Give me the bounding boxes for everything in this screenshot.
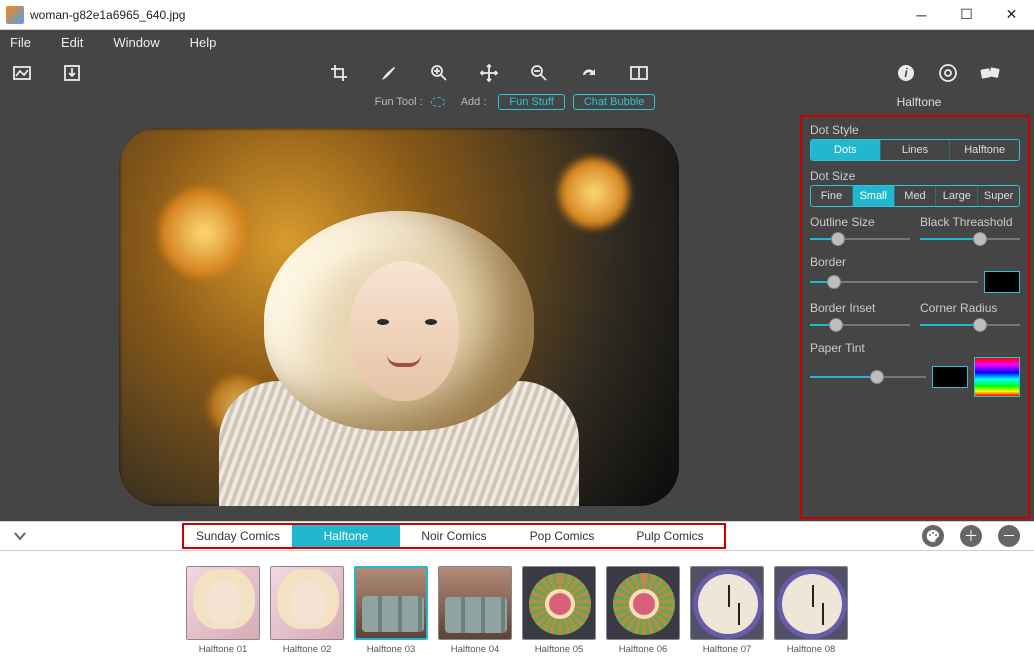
funtool-label: Fun Tool : xyxy=(375,96,423,108)
minimize-button[interactable]: ─ xyxy=(899,0,944,30)
zoom-out-icon[interactable] xyxy=(529,63,549,83)
dotstyle-segmented: Dots Lines Halftone xyxy=(810,139,1020,161)
compare-icon[interactable] xyxy=(629,63,649,83)
dotstyle-label: Dot Style xyxy=(810,123,1020,137)
preset-thumbnail[interactable] xyxy=(354,566,428,640)
image-preview xyxy=(119,128,679,506)
preset-thumbnail[interactable] xyxy=(690,566,764,640)
settings-icon[interactable] xyxy=(938,63,958,83)
border-inset-label: Border Inset xyxy=(810,301,910,315)
outline-label: Outline Size xyxy=(810,215,910,229)
black-threshold-slider[interactable] xyxy=(920,231,1020,247)
dotsize-super[interactable]: Super xyxy=(978,186,1019,206)
canvas-area[interactable] xyxy=(0,113,798,521)
dotsize-fine[interactable]: Fine xyxy=(811,186,853,206)
tab-sunday-comics[interactable]: Sunday Comics xyxy=(184,525,292,547)
maximize-button[interactable]: ☐ xyxy=(944,0,989,30)
dice-icon[interactable] xyxy=(980,63,1000,83)
preset-label: Halftone 05 xyxy=(535,644,584,655)
preset-label: Halftone 08 xyxy=(787,644,836,655)
preset-item[interactable]: Halftone 07 xyxy=(690,566,764,655)
preset-thumbnail[interactable] xyxy=(270,566,344,640)
menubar: File Edit Window Help xyxy=(0,30,1034,55)
dotsize-med[interactable]: Med xyxy=(895,186,937,206)
collapse-chevron-icon[interactable] xyxy=(6,522,34,550)
funstuff-button[interactable]: Fun Stuff xyxy=(498,94,564,110)
preset-thumbnail[interactable] xyxy=(774,566,848,640)
preset-item[interactable]: Halftone 06 xyxy=(606,566,680,655)
corner-radius-label: Corner Radius xyxy=(920,301,1020,315)
dotsize-large[interactable]: Large xyxy=(936,186,978,206)
info-icon[interactable]: i xyxy=(896,63,916,83)
halftone-panel: Dot Style Dots Lines Halftone Dot Size F… xyxy=(800,115,1030,519)
toolbar: i xyxy=(0,55,1034,91)
preset-item[interactable]: Halftone 03 xyxy=(354,566,428,655)
preset-thumbnail[interactable] xyxy=(186,566,260,640)
border-color-swatch[interactable] xyxy=(984,271,1020,293)
preset-thumbnail[interactable] xyxy=(522,566,596,640)
corner-radius-slider[interactable] xyxy=(920,317,1020,333)
paper-tint-swatch[interactable] xyxy=(932,366,968,388)
funtool-shape-icon[interactable] xyxy=(431,97,445,107)
preset-item[interactable]: Halftone 01 xyxy=(186,566,260,655)
menu-edit[interactable]: Edit xyxy=(61,35,83,50)
brush-icon[interactable] xyxy=(379,63,399,83)
menu-help[interactable]: Help xyxy=(190,35,217,50)
menu-file[interactable]: File xyxy=(10,35,31,50)
outline-slider[interactable] xyxy=(810,231,910,247)
dotsize-small[interactable]: Small xyxy=(853,186,895,206)
crop-icon[interactable] xyxy=(329,63,349,83)
black-threshold-label: Black Threashold xyxy=(920,215,1020,229)
border-inset-slider[interactable] xyxy=(810,317,910,333)
remove-button[interactable]: － xyxy=(998,525,1020,547)
close-button[interactable]: ✕ xyxy=(989,0,1034,30)
paper-tint-slider[interactable] xyxy=(810,369,926,385)
border-label: Border xyxy=(810,255,1020,269)
dotsize-label: Dot Size xyxy=(810,169,1020,183)
palette-button[interactable] xyxy=(922,525,944,547)
preset-label: Halftone 02 xyxy=(283,644,332,655)
preset-item[interactable]: Halftone 04 xyxy=(438,566,512,655)
dotstyle-lines[interactable]: Lines xyxy=(881,140,951,160)
tab-noir-comics[interactable]: Noir Comics xyxy=(400,525,508,547)
border-slider[interactable] xyxy=(810,274,978,290)
add-label: Add : xyxy=(461,96,487,108)
preset-thumbnail[interactable] xyxy=(606,566,680,640)
preset-label: Halftone 03 xyxy=(367,644,416,655)
preset-item[interactable]: Halftone 08 xyxy=(774,566,848,655)
titlebar: woman-g82e1a6965_640.jpg ─ ☐ ✕ xyxy=(0,0,1034,30)
preset-item[interactable]: Halftone 02 xyxy=(270,566,344,655)
app-icon xyxy=(6,6,24,24)
preset-item[interactable]: Halftone 05 xyxy=(522,566,596,655)
paper-tint-label: Paper Tint xyxy=(810,341,1020,355)
preset-label: Halftone 06 xyxy=(619,644,668,655)
workspace: Dot Style Dots Lines Halftone Dot Size F… xyxy=(0,113,1034,521)
preset-thumbnail[interactable] xyxy=(438,566,512,640)
color-picker-icon[interactable] xyxy=(974,357,1020,397)
zoom-in-icon[interactable] xyxy=(429,63,449,83)
open-image-icon[interactable] xyxy=(12,63,32,83)
tab-halftone[interactable]: Halftone xyxy=(292,525,400,547)
redo-icon[interactable] xyxy=(579,63,599,83)
chatbubble-button[interactable]: Chat Bubble xyxy=(573,94,656,110)
effect-tabs-row: Sunday ComicsHalftoneNoir ComicsPop Comi… xyxy=(0,521,1034,551)
funtool-row: Fun Tool : Add : Fun Stuff Chat Bubble H… xyxy=(0,91,1034,113)
add-button[interactable]: ＋ xyxy=(960,525,982,547)
menu-window[interactable]: Window xyxy=(113,35,159,50)
dotstyle-dots[interactable]: Dots xyxy=(811,140,881,160)
preset-label: Halftone 07 xyxy=(703,644,752,655)
tab-pop-comics[interactable]: Pop Comics xyxy=(508,525,616,547)
pan-icon[interactable] xyxy=(479,63,499,83)
tab-pulp-comics[interactable]: Pulp Comics xyxy=(616,525,724,547)
preset-label: Halftone 04 xyxy=(451,644,500,655)
preset-label: Halftone 01 xyxy=(199,644,248,655)
preset-thumbnails: Halftone 01 Halftone 02 Halftone 03 Halfton… xyxy=(0,551,1034,661)
dotsize-segmented: Fine Small Med Large Super xyxy=(810,185,1020,207)
dotstyle-halftone[interactable]: Halftone xyxy=(950,140,1019,160)
effect-tabs: Sunday ComicsHalftoneNoir ComicsPop Comi… xyxy=(182,523,726,549)
window-title: woman-g82e1a6965_640.jpg xyxy=(30,8,899,22)
save-icon[interactable] xyxy=(62,63,82,83)
panel-title: Halftone xyxy=(804,95,1034,109)
